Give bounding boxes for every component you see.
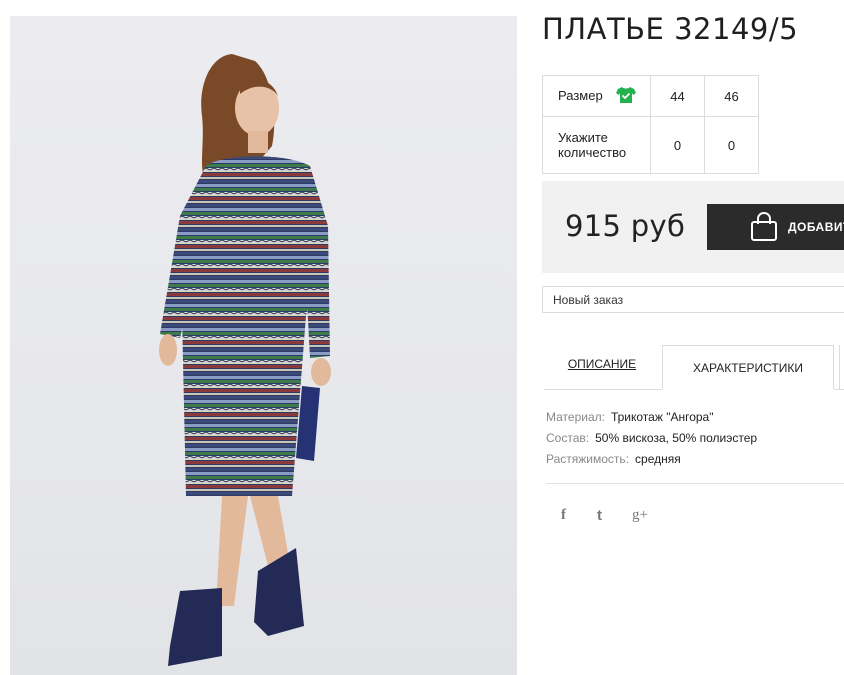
add-to-cart-button[interactable]: ДОБАВИТ (707, 204, 844, 250)
facebook-icon[interactable]: f (561, 507, 566, 524)
quantity-label-cell: Укажите количество (542, 116, 651, 174)
spec-row-composition: Состав: 50% вискоза, 50% полиэстер (546, 428, 757, 449)
spec-value: средняя (635, 452, 681, 466)
tab-border-right (834, 389, 844, 390)
order-select[interactable]: Новый заказ (542, 286, 844, 313)
tab-characteristics[interactable]: ХАРАКТЕРИСТИКИ (662, 345, 834, 389)
spec-value: 50% вискоза, 50% полиэстер (595, 431, 758, 445)
specs-list: Материал: Трикотаж "Ангора" Состав: 50% ви… (546, 407, 757, 470)
quantity-input-46[interactable]: 0 (704, 116, 759, 174)
spec-key: Растяжимость: (546, 452, 630, 466)
spec-key: Состав: (546, 431, 590, 445)
spec-key: Материал: (546, 410, 605, 424)
size-label: Размер (558, 87, 603, 103)
product-title: ПЛАТЬЕ 32149/5 (542, 12, 799, 46)
spec-row-stretch: Растяжимость: средняя (546, 449, 757, 470)
order-select-value: Новый заказ (553, 293, 624, 307)
size-46[interactable]: 46 (704, 75, 759, 117)
tab-description[interactable]: ОПИСАНИЕ (547, 357, 657, 371)
price-box: 915 руб ДОБАВИТ (542, 181, 844, 273)
spec-value: Трикотаж "Ангора" (610, 410, 714, 424)
google-plus-icon[interactable]: g+ (632, 507, 648, 524)
twitter-icon[interactable]: t (597, 507, 602, 524)
spec-row-material: Материал: Трикотаж "Ангора" (546, 407, 757, 428)
price: 915 руб (565, 209, 686, 243)
add-to-cart-label: ДОБАВИТ (788, 220, 844, 234)
shopping-bag-icon (751, 212, 777, 241)
size-44[interactable]: 44 (650, 75, 705, 117)
quantity-label-line1: Укажите (558, 130, 608, 145)
model-illustration (159, 54, 331, 666)
quantity-input-44[interactable]: 0 (650, 116, 705, 174)
quantity-label-line2: количество (558, 145, 627, 160)
product-photo[interactable] (10, 16, 517, 675)
divider (546, 483, 844, 484)
tshirt-icon[interactable] (616, 86, 637, 104)
size-label-cell: Размер (542, 75, 651, 117)
tab-border-left (544, 389, 662, 390)
size-quantity-table: Размер 44 46 Укажите количество 0 0 (542, 75, 759, 174)
tab-next-edge (839, 345, 840, 389)
